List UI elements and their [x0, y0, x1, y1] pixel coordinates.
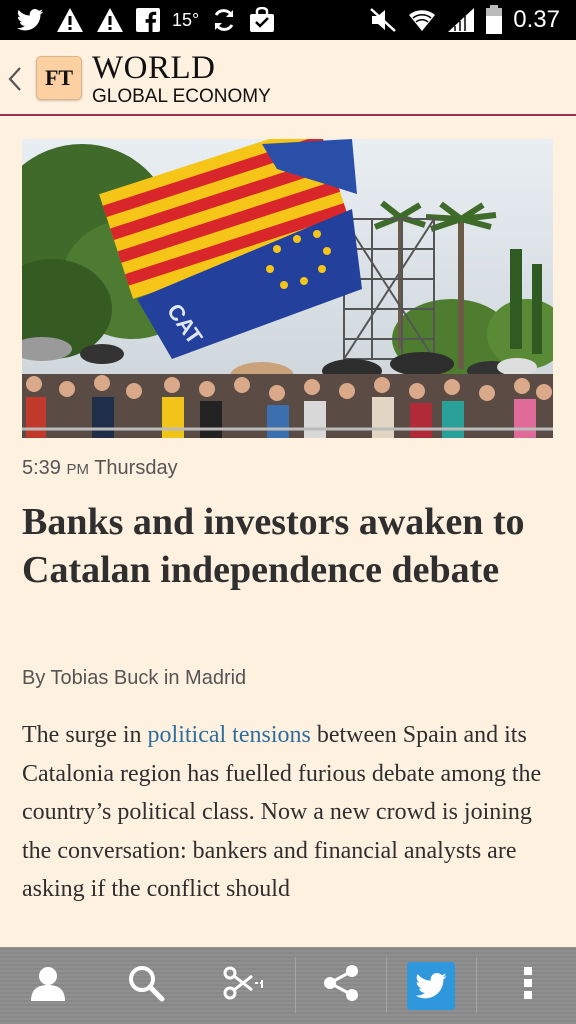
warning-icon — [56, 5, 84, 35]
share-button[interactable] — [301, 947, 381, 1024]
section-subtitle: GLOBAL ECONOMY — [92, 86, 271, 107]
overflow-menu-button[interactable] — [488, 947, 568, 1024]
clock: 0.37 — [513, 6, 560, 33]
toolbar-divider — [476, 957, 477, 1013]
clip-button[interactable] — [204, 947, 284, 1024]
share-icon — [321, 963, 361, 1008]
shopping-bag-icon — [249, 5, 275, 35]
article-photo[interactable]: CAT — [22, 139, 553, 438]
twitter-share-button[interactable] — [391, 947, 471, 1024]
toolbar-divider — [295, 957, 296, 1013]
twitter-notification-icon — [16, 5, 44, 35]
clip-icon — [222, 963, 266, 1008]
facebook-icon — [136, 5, 160, 35]
bottom-toolbar — [0, 947, 576, 1024]
section-header: FT WORLD GLOBAL ECONOMY — [0, 40, 576, 116]
signal-icon — [447, 5, 475, 35]
status-bar: 15° 0.37 — [0, 0, 576, 40]
article-byline: By Tobias Buck in Madrid — [22, 667, 247, 689]
body-text-rest: between Spain and its Catalonia region h… — [22, 722, 542, 902]
warning-icon — [96, 5, 124, 35]
article-headline: Banks and investors awaken to Catalan in… — [22, 501, 525, 591]
article-body: The surge in political tensions between … — [22, 716, 557, 909]
body-text-start: The surge in — [22, 722, 148, 748]
search-icon — [126, 963, 166, 1008]
profile-icon — [28, 963, 68, 1008]
day-value: Thursday — [94, 457, 178, 479]
article-timestamp: 5:39 PM Thursday — [22, 457, 178, 480]
time-ampm: PM — [66, 461, 90, 478]
sync-icon — [211, 5, 237, 35]
political-tensions-link[interactable]: political tensions — [148, 722, 311, 748]
ft-logo[interactable]: FT — [36, 56, 82, 100]
toolbar-divider — [386, 957, 387, 1013]
twitter-icon — [407, 961, 455, 1010]
wifi-icon — [407, 5, 437, 35]
mute-icon — [369, 5, 397, 35]
profile-button[interactable] — [8, 947, 88, 1024]
temperature-readout: 15° — [172, 9, 200, 30]
section-title: WORLD — [92, 50, 216, 86]
search-button[interactable] — [106, 947, 186, 1024]
back-chevron-icon[interactable] — [6, 62, 24, 96]
overflow-menu-icon — [522, 965, 534, 1006]
battery-icon — [485, 5, 503, 35]
time-value: 5:39 — [22, 457, 61, 479]
protest-crowd-flags-image: CAT — [22, 139, 553, 438]
